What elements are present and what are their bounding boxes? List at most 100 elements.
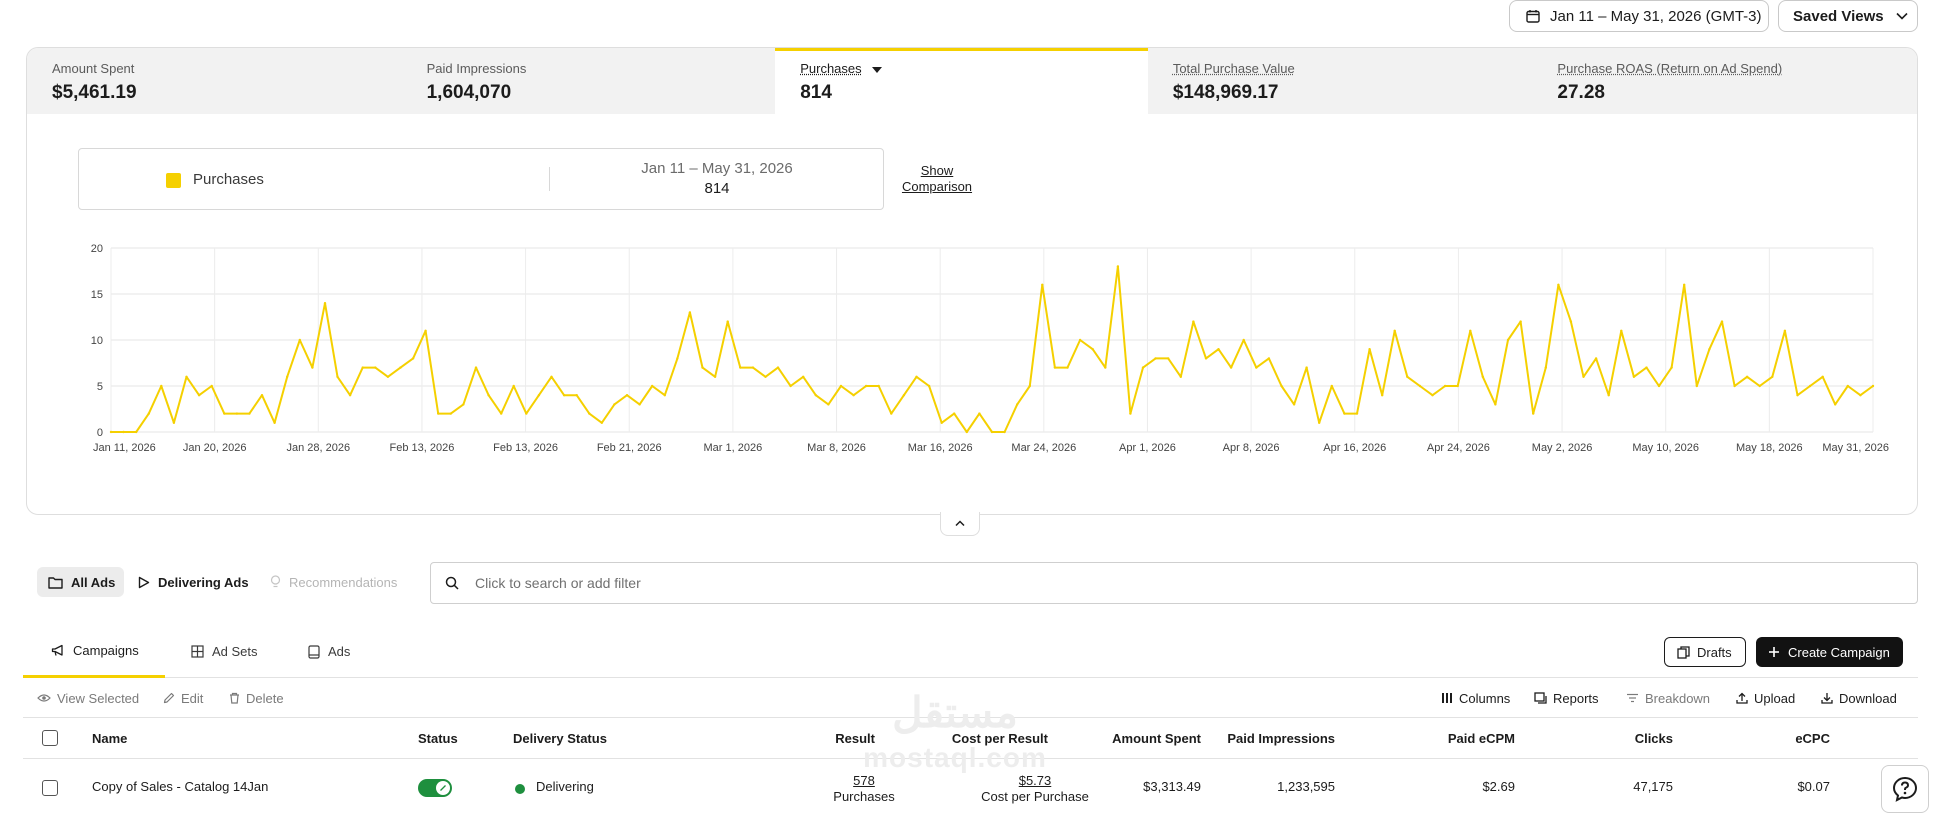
data-point: [487, 394, 490, 397]
data-point: [1494, 403, 1497, 406]
metric-label: Paid Impressions: [426, 61, 527, 76]
y-tick-label: 15: [91, 289, 103, 301]
data-point: [1456, 384, 1459, 388]
data-point: [1141, 366, 1145, 369]
data-point: [839, 384, 843, 388]
header-ecpc[interactable]: eCPC: [1723, 718, 1830, 759]
create-campaign-button[interactable]: Create Campaign: [1756, 637, 1903, 667]
data-point: [210, 384, 213, 388]
data-point: [311, 366, 314, 369]
data-point: [1393, 329, 1396, 332]
saved-views-button[interactable]: Saved Views: [1778, 0, 1918, 32]
metric-total-purchase-value[interactable]: Total Purchase Value $148,969.17: [1148, 48, 1533, 114]
tab-ad-sets[interactable]: Ad Sets: [191, 625, 258, 678]
search-filter-box[interactable]: [430, 562, 1918, 604]
breakdown-icon: [1627, 693, 1638, 703]
series-swatch: [166, 173, 181, 188]
header-paid-ecpm[interactable]: Paid eCPM: [1403, 718, 1515, 759]
x-tick-label: Feb 21, 2026: [597, 442, 662, 454]
reports-button[interactable]: Reports: [1534, 678, 1599, 718]
eye-icon: [37, 694, 51, 702]
metric-purchase-roas[interactable]: Purchase ROAS (Return on Ad Spend) 27.28: [1532, 48, 1917, 114]
data-point: [1720, 320, 1724, 323]
data-point: [827, 403, 830, 406]
tab-all-ads[interactable]: All Ads: [37, 567, 124, 597]
data-point: [386, 375, 390, 378]
data-point: [1280, 384, 1283, 388]
select-all-checkbox[interactable]: [42, 730, 58, 746]
data-point: [1343, 412, 1346, 415]
data-point: [1695, 384, 1699, 388]
tab-ads[interactable]: Ads: [308, 625, 350, 678]
x-tick-label: Mar 1, 2026: [704, 442, 763, 454]
edit-button[interactable]: Edit: [163, 678, 203, 718]
data-point: [1821, 375, 1824, 378]
header-status[interactable]: Status: [418, 718, 458, 759]
upload-button[interactable]: Upload: [1736, 678, 1795, 718]
result-value[interactable]: 578: [853, 773, 875, 788]
tab-label: Campaigns: [73, 642, 139, 658]
metrics-row: Amount Spent $5,461.19 Paid Impressions …: [27, 48, 1917, 114]
dropdown-caret-icon[interactable]: [871, 66, 882, 73]
data-point: [1041, 283, 1044, 286]
y-tick-label: 5: [97, 381, 103, 393]
data-point: [424, 329, 427, 332]
header-name[interactable]: Name: [92, 718, 127, 759]
view-selected-button[interactable]: View Selected: [37, 678, 139, 718]
watermark-text: مستقل: [892, 689, 1018, 736]
cost-per-result-value[interactable]: $5.73: [1013, 773, 1057, 788]
x-tick-label: Apr 24, 2026: [1427, 442, 1490, 454]
data-point: [1469, 329, 1472, 332]
metric-label-wrap: Purchases: [800, 61, 1148, 76]
header-clicks[interactable]: Clicks: [1563, 718, 1673, 759]
data-point: [1506, 338, 1510, 342]
download-button[interactable]: Download: [1821, 678, 1897, 718]
paid-impressions-value: 1,233,595: [1277, 778, 1335, 794]
collapse-chart-button[interactable]: [940, 512, 980, 536]
delete-button[interactable]: Delete: [229, 678, 284, 718]
data-point: [122, 430, 125, 434]
metric-paid-impressions[interactable]: Paid Impressions 1,604,070: [402, 48, 776, 114]
metric-amount-spent[interactable]: Amount Spent $5,461.19: [27, 48, 402, 114]
result-type: Purchases: [833, 789, 895, 804]
metric-value: $148,969.17: [1172, 82, 1279, 103]
data-point: [651, 384, 654, 388]
breakdown-button[interactable]: Breakdown: [1626, 678, 1710, 718]
columns-button[interactable]: Columns: [1441, 678, 1510, 718]
data-point: [1532, 412, 1535, 415]
data-point: [1330, 384, 1334, 388]
data-point: [1645, 366, 1648, 369]
metric-purchases[interactable]: Purchases 814: [775, 48, 1148, 114]
filter-bar: All Ads Delivering Ads Recommendations: [23, 553, 1918, 613]
data-point: [109, 430, 113, 434]
data-point: [852, 394, 855, 397]
date-range-button[interactable]: Jan 11 – May 31, 2026 (GMT-3): [1509, 0, 1769, 32]
header-paid-impressions[interactable]: Paid Impressions: [1203, 718, 1335, 759]
data-point: [1154, 357, 1157, 360]
help-button[interactable]: [1881, 765, 1929, 813]
tab-campaigns[interactable]: Campaigns: [23, 625, 165, 678]
data-point: [1443, 384, 1447, 388]
toggle-knob: [436, 781, 450, 795]
show-comparison-link[interactable]: Show Comparison: [887, 163, 987, 195]
search-icon: [445, 576, 459, 590]
tab-delivering-ads[interactable]: Delivering Ads: [138, 567, 249, 597]
row-checkbox[interactable]: [42, 780, 58, 796]
data-point: [235, 412, 239, 415]
data-point: [990, 430, 994, 434]
chevron-down-icon: [1896, 12, 1908, 20]
header-delivery-status[interactable]: Delivery Status: [513, 718, 607, 759]
drafts-button[interactable]: Drafts: [1664, 637, 1746, 667]
tab-recommendations[interactable]: Recommendations: [270, 567, 397, 597]
chart-legend-box: Purchases Jan 11 – May 31, 2026 814: [78, 148, 884, 210]
data-point: [965, 430, 968, 434]
data-point: [1305, 366, 1308, 369]
campaign-name[interactable]: Copy of Sales - Catalog 14Jan: [92, 759, 268, 813]
header-amount-spent[interactable]: Amount Spent: [1083, 718, 1201, 759]
data-point: [411, 357, 415, 360]
data-point: [1431, 394, 1434, 397]
status-toggle[interactable]: [418, 779, 452, 797]
search-input[interactable]: [475, 575, 1275, 591]
x-tick-label: Feb 13, 2026: [493, 442, 558, 454]
data-point: [449, 412, 452, 415]
